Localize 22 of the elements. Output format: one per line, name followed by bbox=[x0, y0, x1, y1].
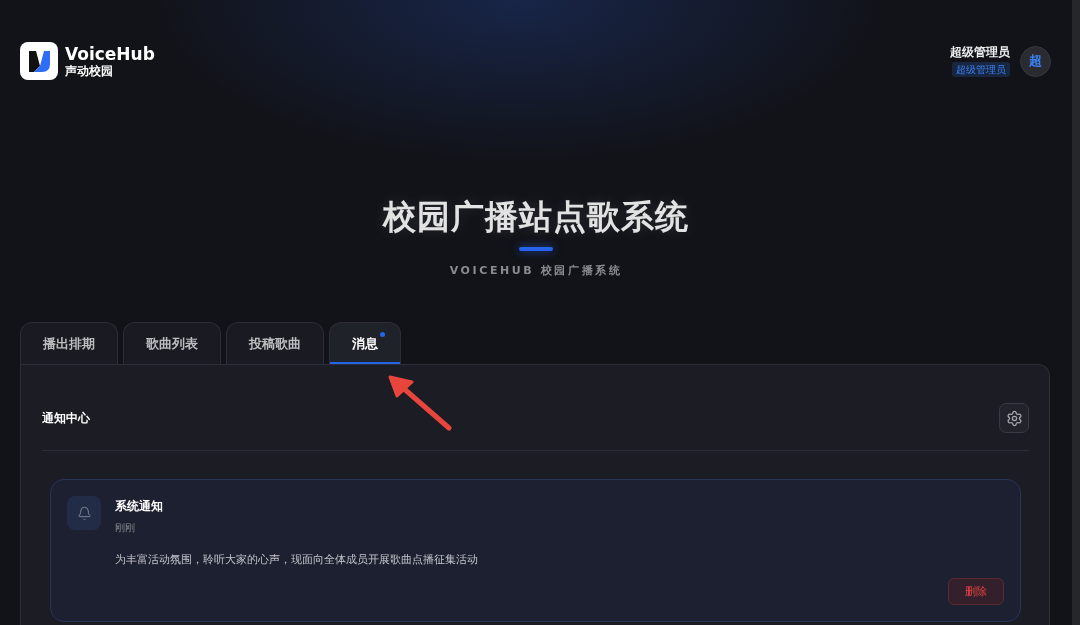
brand-name: VoiceHub bbox=[65, 44, 155, 64]
brand-tagline: 声动校园 bbox=[65, 63, 113, 78]
bell-icon bbox=[67, 496, 101, 530]
tab[interactable]: 歌曲列表 bbox=[123, 322, 221, 364]
role-badge: 超级管理员 bbox=[952, 62, 1010, 77]
logo-icon bbox=[20, 42, 58, 80]
tab[interactable]: 播出排期 bbox=[20, 322, 118, 364]
settings-icon bbox=[1005, 409, 1023, 427]
page-title: 校园广播站点歌系统 bbox=[383, 197, 689, 237]
user-name: 超级管理员 bbox=[950, 45, 1010, 59]
notification-title: 系统通知 bbox=[115, 499, 163, 514]
tab[interactable]: 投稿歌曲 bbox=[226, 322, 324, 364]
settings-button[interactable] bbox=[999, 403, 1029, 433]
annotation-arrow bbox=[388, 375, 452, 431]
panel-title: 通知中心 bbox=[42, 409, 90, 427]
delete-button[interactable]: 删除 bbox=[948, 578, 1004, 605]
page-subtitle: VOICEHUB 校园广播系统 bbox=[449, 264, 623, 278]
notification-time: 刚刚 bbox=[115, 521, 135, 534]
title-accent-bar bbox=[519, 247, 553, 251]
tab[interactable]: 消息 bbox=[329, 322, 401, 364]
user-avatar[interactable]: 超 bbox=[1020, 45, 1051, 77]
notification-message: 为丰富活动氛围，聆听大家的心声，现面向全体成员开展歌曲点播征集活动 bbox=[115, 553, 478, 567]
